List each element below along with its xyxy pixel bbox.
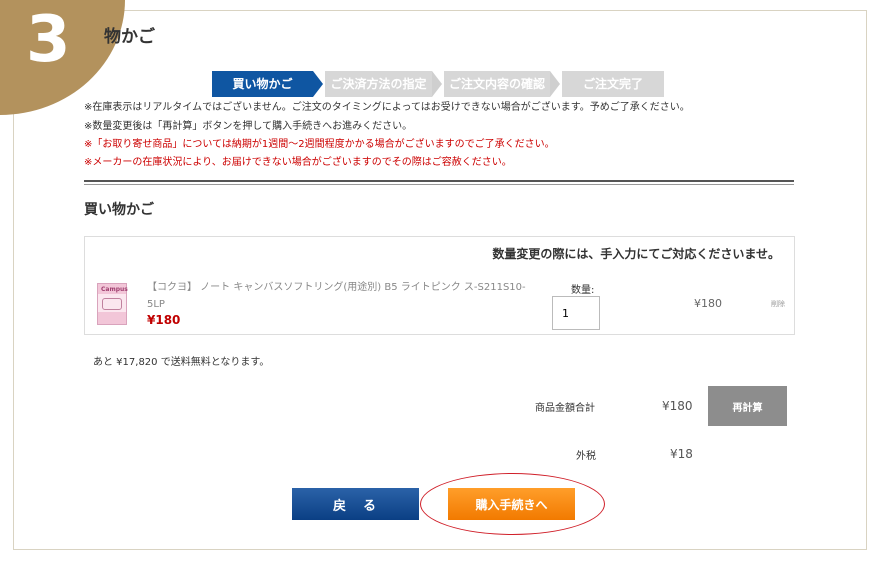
tax-value: ¥18 bbox=[670, 447, 693, 461]
notice-stock: ※在庫表示はリアルタイムではございません。ご注文のタイミングによってはお受けでき… bbox=[84, 102, 690, 113]
page-title: 物かご bbox=[104, 27, 155, 47]
notice-maker-stock: ※メーカーの在庫状況により、お届けできない場合がございますのでその際はご容赦くだ… bbox=[84, 157, 512, 168]
section-divider bbox=[84, 180, 794, 185]
line-total-price: ¥180 bbox=[694, 297, 722, 310]
step-arrow-icon bbox=[432, 71, 442, 97]
step-number: 3 bbox=[26, 3, 71, 77]
proceed-to-checkout-button[interactable]: 購入手続きへ bbox=[448, 488, 575, 520]
product-name-link[interactable]: 【コクヨ】 ノート キャンバスソフトリング(用途別) B5 ライトピンク ス-S… bbox=[147, 279, 542, 313]
qty-change-note: 数量変更の際には、手入力にてご対応くださいませ。 bbox=[492, 247, 780, 261]
checkout-progress: 買い物かご ご決済方法の指定 ご注文内容の確認 ご注文完了 bbox=[212, 71, 664, 97]
quantity-input[interactable] bbox=[552, 296, 600, 330]
subtotal-value: ¥180 bbox=[662, 399, 693, 413]
product-thumbnail-logo: Campus bbox=[101, 286, 128, 293]
notice-recalc: ※数量変更後は「再計算」ボタンを押して購入手続きへお進みください。 bbox=[84, 121, 413, 132]
step-payment: ご決済方法の指定 bbox=[325, 71, 432, 97]
step-cart: 買い物かご bbox=[212, 71, 313, 97]
free-shipping-note: あと ¥17,820 で送料無料となります。 bbox=[93, 357, 270, 368]
delete-item-link[interactable]: 削除 bbox=[771, 299, 785, 309]
cart-item-box: 数量変更の際には、手入力にてご対応くださいませ。 Campus 【コクヨ】 ノー… bbox=[84, 236, 795, 335]
step-complete: ご注文完了 bbox=[562, 71, 664, 97]
notice-order-lead-time: ※「お取り寄せ商品」については納期が1週間～2週間程度かかる場合がございますので… bbox=[84, 139, 555, 150]
product-thumbnail[interactable]: Campus bbox=[97, 283, 128, 325]
subtotal-label: 商品金額合計 bbox=[535, 403, 595, 414]
step-arrow-icon bbox=[313, 71, 323, 97]
back-button[interactable]: 戻 る bbox=[292, 488, 419, 520]
recalculate-button[interactable]: 再計算 bbox=[708, 386, 787, 426]
step-arrow-icon bbox=[550, 71, 560, 97]
cart-section-title: 買い物かご bbox=[84, 202, 154, 218]
product-unit-price: ¥180 bbox=[147, 313, 181, 327]
step-confirm: ご注文内容の確認 bbox=[444, 71, 550, 97]
tax-label: 外税 bbox=[576, 451, 596, 462]
qty-label: 数量: bbox=[571, 285, 595, 296]
